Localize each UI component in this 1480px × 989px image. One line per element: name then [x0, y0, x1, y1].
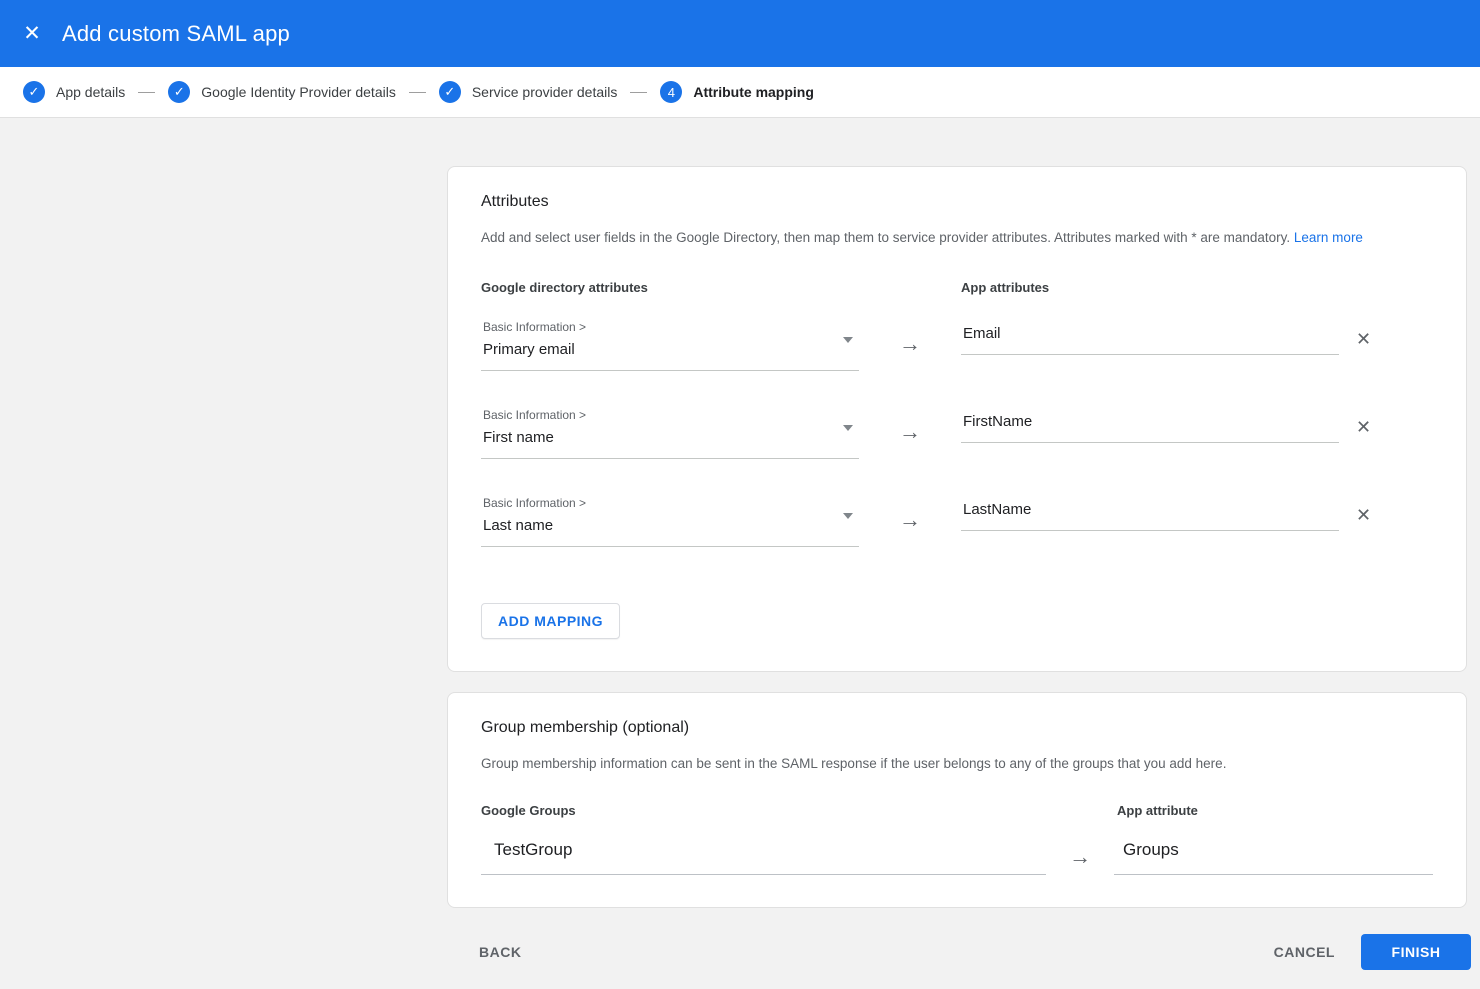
close-icon[interactable]: ✕	[18, 20, 46, 48]
dropdown-arrow-icon[interactable]	[843, 425, 853, 431]
directory-attribute-select[interactable]: Basic Information > First name	[481, 403, 859, 459]
step-label: Google Identity Provider details	[201, 84, 396, 100]
step-separator	[630, 92, 647, 93]
select-value: Last name	[483, 517, 835, 534]
mapping-column-headers: Google directory attributes App attribut…	[481, 280, 1433, 295]
page-title: Add custom SAML app	[62, 21, 290, 47]
dropdown-arrow-icon[interactable]	[843, 513, 853, 519]
google-groups-input[interactable]	[481, 834, 1046, 875]
remove-mapping-icon[interactable]: ✕	[1356, 491, 1371, 526]
step-complete-check-icon: ✓	[23, 81, 45, 103]
step-label: Attribute mapping	[693, 84, 814, 100]
app-attribute-field	[961, 315, 1339, 355]
remove-mapping-icon[interactable]: ✕	[1356, 315, 1371, 350]
group-app-attribute-input[interactable]	[1114, 834, 1433, 875]
step-label: App details	[56, 84, 125, 100]
mapping-row: Basic Information > Last name → ✕	[481, 491, 1433, 547]
app-attribute-header: App attribute	[1117, 803, 1198, 818]
attributes-card: Attributes Add and select user fields in…	[447, 166, 1467, 672]
group-mapping-row: →	[481, 834, 1433, 875]
group-membership-card: Group membership (optional) Group member…	[447, 692, 1467, 909]
step-number-badge: 4	[660, 81, 682, 103]
step-service-provider-details[interactable]: ✓ Service provider details	[439, 81, 618, 103]
step-separator	[138, 92, 155, 93]
select-value: First name	[483, 429, 835, 446]
map-arrow-icon: →	[1046, 834, 1114, 870]
cancel-button[interactable]: CANCEL	[1266, 936, 1343, 968]
map-arrow-icon: →	[859, 491, 961, 533]
app-attribute-field	[961, 403, 1339, 443]
app-attribute-input[interactable]	[961, 317, 1339, 355]
app-attribute-field	[961, 491, 1339, 531]
learn-more-link[interactable]: Learn more	[1294, 230, 1363, 245]
google-directory-attributes-header: Google directory attributes	[481, 280, 961, 295]
google-groups-field	[481, 834, 1046, 875]
add-mapping-button[interactable]: ADD MAPPING	[481, 603, 620, 639]
directory-attribute-select[interactable]: Basic Information > Primary email	[481, 315, 859, 371]
finish-button[interactable]: FINISH	[1361, 934, 1471, 970]
wizard-stepper: ✓ App details ✓ Google Identity Provider…	[0, 67, 1480, 118]
group-card-title: Group membership (optional)	[481, 719, 1433, 737]
step-separator	[409, 92, 426, 93]
dropdown-arrow-icon[interactable]	[843, 337, 853, 343]
footer-actions: BACK CANCEL FINISH	[447, 934, 1471, 970]
mapping-row: Basic Information > Primary email → ✕	[481, 315, 1433, 371]
map-arrow-icon: →	[859, 315, 961, 357]
map-arrow-icon: →	[859, 403, 961, 445]
group-column-headers: Google Groups App attribute	[481, 803, 1433, 818]
app-attribute-input[interactable]	[961, 493, 1339, 531]
mapping-row: Basic Information > First name → ✕	[481, 403, 1433, 459]
select-category-label: Basic Information >	[483, 408, 835, 422]
group-card-description: Group membership information can be sent…	[481, 754, 1433, 774]
step-google-idp-details[interactable]: ✓ Google Identity Provider details	[168, 81, 396, 103]
select-value: Primary email	[483, 341, 835, 358]
app-attribute-input[interactable]	[961, 405, 1339, 443]
step-attribute-mapping[interactable]: 4 Attribute mapping	[660, 81, 814, 103]
back-button[interactable]: BACK	[471, 936, 529, 968]
step-app-details[interactable]: ✓ App details	[23, 81, 125, 103]
select-category-label: Basic Information >	[483, 496, 835, 510]
step-label: Service provider details	[472, 84, 618, 100]
remove-mapping-icon[interactable]: ✕	[1356, 403, 1371, 438]
directory-attribute-select[interactable]: Basic Information > Last name	[481, 491, 859, 547]
select-category-label: Basic Information >	[483, 320, 835, 334]
attributes-description-text: Add and select user fields in the Google…	[481, 230, 1290, 245]
step-complete-check-icon: ✓	[168, 81, 190, 103]
app-attributes-header: App attributes	[961, 280, 1049, 295]
google-groups-header: Google Groups	[481, 803, 1117, 818]
group-app-attribute-field	[1114, 834, 1433, 875]
attributes-card-title: Attributes	[481, 193, 1433, 211]
step-complete-check-icon: ✓	[439, 81, 461, 103]
main-content: Attributes Add and select user fields in…	[0, 118, 1480, 989]
app-bar: ✕ Add custom SAML app	[0, 0, 1480, 67]
attributes-card-description: Add and select user fields in the Google…	[481, 228, 1433, 248]
